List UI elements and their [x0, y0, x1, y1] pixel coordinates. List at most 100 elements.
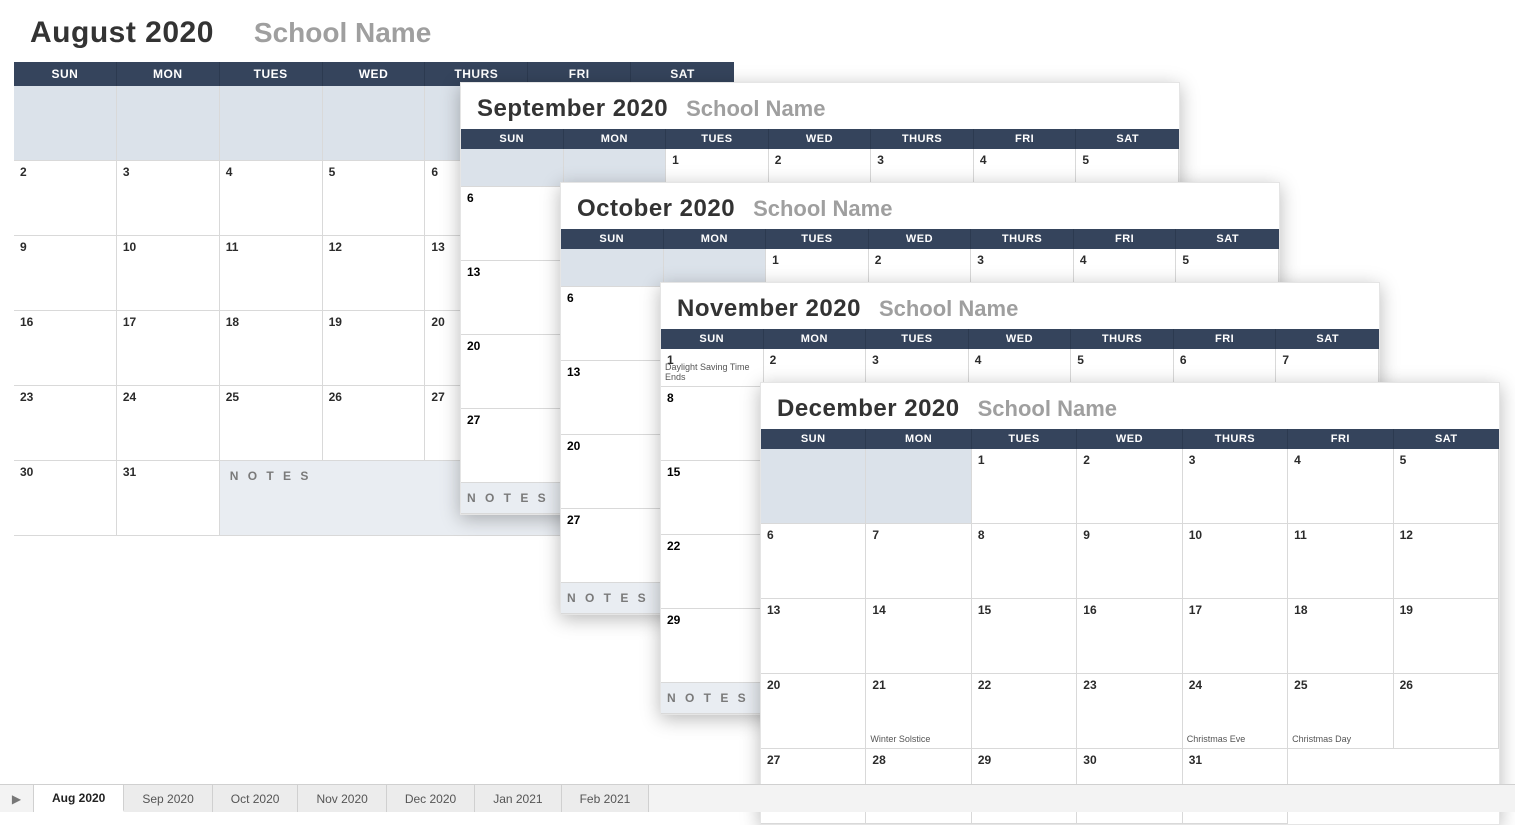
- day-cell[interactable]: 10: [1183, 524, 1288, 599]
- dow-cell: MON: [664, 229, 767, 249]
- notes-cell[interactable]: N O T E S: [461, 483, 563, 514]
- day-cell[interactable]: 5: [1394, 449, 1499, 524]
- day-cell[interactable]: 17: [1183, 599, 1288, 674]
- sun-column: 6132027N O T E S: [561, 287, 664, 614]
- month-title: October 2020: [577, 195, 735, 223]
- tab-aug-2020[interactable]: Aug 2020: [34, 785, 124, 812]
- day-cell[interactable]: 3: [117, 161, 220, 236]
- day-cell[interactable]: 9: [14, 236, 117, 311]
- day-cell[interactable]: 11: [220, 236, 323, 311]
- play-icon[interactable]: ▶: [0, 785, 34, 812]
- dow-row: SUNMONTUESWEDTHURSFRISAT: [461, 129, 1179, 149]
- day-cell[interactable]: 14: [866, 599, 971, 674]
- day-cell[interactable]: 6: [461, 187, 563, 261]
- day-cell[interactable]: 22: [972, 674, 1077, 749]
- dow-row: SUNMONTUESWEDTHURSFRISAT: [761, 429, 1499, 449]
- pad-cell: [14, 86, 117, 161]
- notes-cell[interactable]: N O T E S: [561, 583, 663, 614]
- day-cell[interactable]: 13: [761, 599, 866, 674]
- day-cell[interactable]: 27: [561, 509, 663, 583]
- day-cell[interactable]: 30: [14, 461, 117, 536]
- dow-cell: SUN: [14, 62, 117, 86]
- day-cell[interactable]: 12: [1394, 524, 1499, 599]
- day-cell[interactable]: 2: [1077, 449, 1182, 524]
- day-cell[interactable]: 7: [866, 524, 971, 599]
- day-cell[interactable]: 31: [117, 461, 220, 536]
- day-cell[interactable]: 26: [1394, 674, 1499, 749]
- day-cell[interactable]: 23: [1077, 674, 1182, 749]
- day-cell[interactable]: 22: [661, 535, 763, 609]
- day-cell[interactable]: 16: [14, 311, 117, 386]
- dow-cell: SAT: [1394, 429, 1499, 449]
- day-cell[interactable]: 5: [323, 161, 426, 236]
- day-cell[interactable]: 13: [461, 261, 563, 335]
- dow-cell: MON: [866, 429, 971, 449]
- day-cell[interactable]: 13: [561, 361, 663, 435]
- day-cell[interactable]: 15: [972, 599, 1077, 674]
- day-cell[interactable]: 17: [117, 311, 220, 386]
- day-cell[interactable]: 27: [461, 409, 563, 483]
- dow-cell: TUES: [766, 229, 869, 249]
- day-cell[interactable]: 19: [1394, 599, 1499, 674]
- day-cell[interactable]: 4: [1288, 449, 1393, 524]
- day-cell[interactable]: 20: [561, 435, 663, 509]
- day-cell[interactable]: 20: [761, 674, 866, 749]
- pad-cell: [220, 86, 323, 161]
- day-cell[interactable]: 6: [761, 524, 866, 599]
- dow-cell: MON: [117, 62, 220, 86]
- month-title: September 2020: [477, 95, 668, 123]
- pad-cell: [866, 449, 971, 524]
- day-cell[interactable]: 18: [220, 311, 323, 386]
- sun-column: 8152229N O T E S: [661, 387, 764, 714]
- dow-cell: WED: [769, 129, 872, 149]
- dow-cell: FRI: [1288, 429, 1393, 449]
- day-cell[interactable]: 24Christmas Eve: [1183, 674, 1288, 749]
- day-cell[interactable]: 9: [1077, 524, 1182, 599]
- day-cell[interactable]: 20: [461, 335, 563, 409]
- day-cell[interactable]: 19: [323, 311, 426, 386]
- day-cell[interactable]: 4: [220, 161, 323, 236]
- dow-cell: MON: [764, 329, 867, 349]
- day-cell[interactable]: 15: [661, 461, 763, 535]
- day-cell[interactable]: 11: [1288, 524, 1393, 599]
- dow-cell: WED: [869, 229, 972, 249]
- dow-cell: FRI: [1174, 329, 1277, 349]
- school-name: School Name: [978, 396, 1117, 422]
- day-cell[interactable]: 16: [1077, 599, 1182, 674]
- month-title: November 2020: [677, 295, 861, 323]
- day-cell[interactable]: 26: [323, 386, 426, 461]
- tab-nov-2020[interactable]: Nov 2020: [298, 785, 386, 812]
- tab-jan-2021[interactable]: Jan 2021: [475, 785, 561, 812]
- tab-dec-2020[interactable]: Dec 2020: [387, 785, 475, 812]
- day-cell[interactable]: 25: [220, 386, 323, 461]
- school-name: School Name: [254, 17, 431, 49]
- day-cell[interactable]: 25Christmas Day: [1288, 674, 1393, 749]
- day-cell[interactable]: 18: [1288, 599, 1393, 674]
- tab-oct-2020[interactable]: Oct 2020: [213, 785, 299, 812]
- day-cell[interactable]: 29: [661, 609, 763, 683]
- tab-sep-2020[interactable]: Sep 2020: [124, 785, 212, 812]
- sun-column: 6132027N O T E S: [461, 187, 564, 514]
- day-cell[interactable]: 6: [561, 287, 663, 361]
- day-cell[interactable]: 24: [117, 386, 220, 461]
- day-cell[interactable]: 23: [14, 386, 117, 461]
- day-cell[interactable]: 3: [1183, 449, 1288, 524]
- dow-cell: THURS: [871, 129, 974, 149]
- dow-cell: FRI: [974, 129, 1077, 149]
- dow-cell: FRI: [1074, 229, 1177, 249]
- notes-cell[interactable]: N O T E S: [661, 683, 763, 714]
- day-cell[interactable]: 12: [323, 236, 426, 311]
- day-cell[interactable]: 10: [117, 236, 220, 311]
- tab-feb-2021[interactable]: Feb 2021: [562, 785, 650, 812]
- dow-row: SUNMONTUESWEDTHURSFRISAT: [661, 329, 1379, 349]
- day-cell[interactable]: 21Winter Solstice: [866, 674, 971, 749]
- day-cell[interactable]: 8: [661, 387, 763, 461]
- day-cell[interactable]: 8: [972, 524, 1077, 599]
- day-cell[interactable]: 1Daylight Saving Time Ends: [661, 349, 764, 387]
- day-cell[interactable]: 1: [972, 449, 1077, 524]
- dow-cell: MON: [564, 129, 667, 149]
- dow-cell: TUES: [866, 329, 969, 349]
- dow-cell: SAT: [1276, 329, 1379, 349]
- day-cell[interactable]: 2: [14, 161, 117, 236]
- dow-cell: SUN: [761, 429, 866, 449]
